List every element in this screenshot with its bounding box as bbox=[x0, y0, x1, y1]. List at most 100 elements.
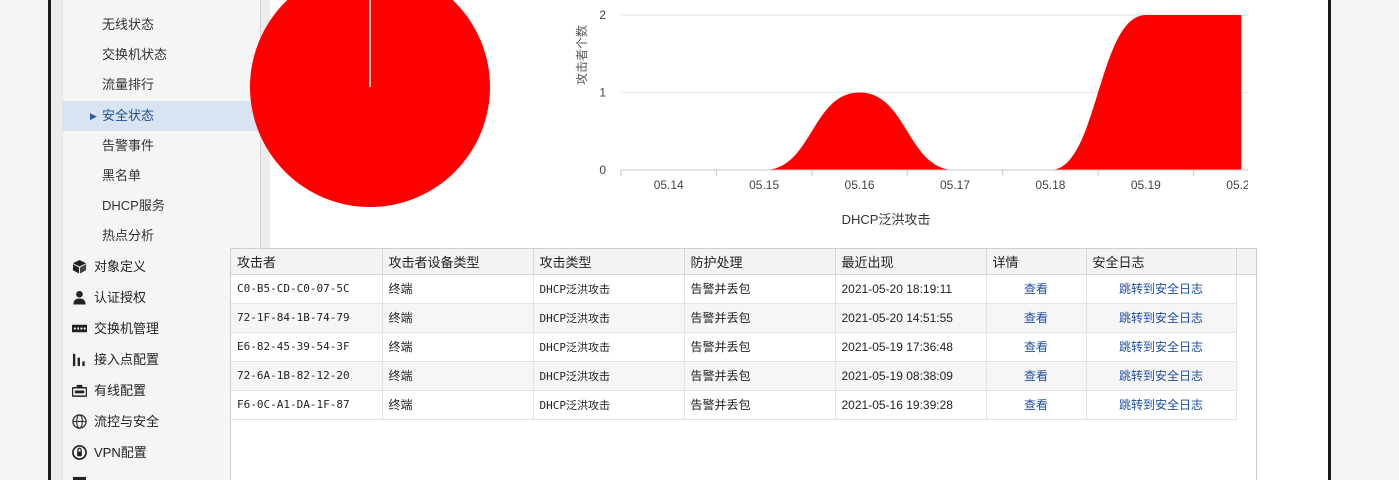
sidebar-item-switch-status[interactable]: 交换机状态 bbox=[63, 40, 260, 70]
sidebar-item-hotspot-analysis[interactable]: 热点分析 bbox=[63, 221, 260, 251]
cell-protection: 告警并丢包 bbox=[684, 274, 836, 304]
attackers-table-panel: 攻击者 攻击者设备类型 攻击类型 防护处理 最近出现 详情 安全日志 C0-B5… bbox=[230, 248, 1257, 480]
sidebar-category-label: 对象定义 bbox=[94, 259, 147, 274]
table-header-filler bbox=[1236, 249, 1256, 275]
attack-type-pie-chart bbox=[250, 0, 490, 207]
sidebar-item-wireless-status[interactable]: 无线状态 bbox=[63, 10, 260, 40]
sidebar-category-label: 流控与安全 bbox=[94, 414, 160, 429]
cell-attack-type: DHCP泛洪攻击 bbox=[533, 303, 685, 333]
table-row: C0-B5-CD-C0-07-5C 终端 DHCP泛洪攻击 告警并丢包 2021… bbox=[231, 274, 1237, 304]
x-tick-label: 05.19 bbox=[1131, 178, 1161, 192]
cell-last-seen: 2021-05-20 14:51:55 bbox=[835, 303, 987, 333]
globe-icon bbox=[72, 414, 87, 429]
view-details-link[interactable]: 查看 bbox=[986, 390, 1087, 420]
view-details-link[interactable]: 查看 bbox=[986, 332, 1087, 362]
left-margin bbox=[0, 0, 48, 480]
cell-attack-type: DHCP泛洪攻击 bbox=[533, 332, 685, 362]
cell-device-type: 终端 bbox=[382, 332, 534, 362]
window-border-right bbox=[1328, 0, 1331, 480]
user-icon bbox=[73, 290, 86, 305]
cell-attacker-mac: C0-B5-CD-C0-07-5C bbox=[231, 274, 383, 304]
sidebar-category-label: 交换机管理 bbox=[94, 321, 160, 336]
sidebar-item-label: 热点分析 bbox=[102, 228, 155, 243]
column-header-protection[interactable]: 防护处理 bbox=[684, 249, 836, 275]
cell-protection: 告警并丢包 bbox=[684, 390, 836, 420]
cell-attacker-mac: 72-1F-84-1B-74-79 bbox=[231, 303, 383, 333]
sidebar-item-dhcp-service[interactable]: DHCP服务 bbox=[63, 191, 260, 221]
column-header-security-log[interactable]: 安全日志 bbox=[1086, 249, 1237, 275]
view-details-link[interactable]: 查看 bbox=[986, 274, 1087, 304]
category-icon bbox=[72, 476, 87, 480]
cell-last-seen: 2021-05-20 18:19:11 bbox=[835, 274, 987, 304]
attack-area-chart: 05.1405.1505.1605.1705.1805.1905.20 012 … bbox=[574, 8, 1248, 227]
x-tick-label: 05.14 bbox=[654, 178, 684, 192]
jump-to-security-log-link[interactable]: 跳转到安全日志 bbox=[1086, 303, 1237, 333]
cell-device-type: 终端 bbox=[382, 274, 534, 304]
sidebar-item-label: 交换机状态 bbox=[102, 47, 168, 62]
cell-device-type: 终端 bbox=[382, 361, 534, 391]
cell-attack-type: DHCP泛洪攻击 bbox=[533, 390, 685, 420]
table-row: E6-82-45-39-54-3F 终端 DHCP泛洪攻击 告警并丢包 2021… bbox=[231, 332, 1237, 362]
view-details-link[interactable]: 查看 bbox=[986, 303, 1087, 333]
cell-last-seen: 2021-05-19 17:36:48 bbox=[835, 332, 987, 362]
sidebar-item-label: 流量排行 bbox=[102, 77, 155, 92]
column-header-attacker[interactable]: 攻击者 bbox=[231, 249, 383, 275]
column-header-details[interactable]: 详情 bbox=[986, 249, 1087, 275]
y-tick-label: 0 bbox=[599, 163, 606, 177]
sidebar-item-label: DHCP服务 bbox=[102, 198, 165, 213]
cube-icon bbox=[72, 259, 87, 274]
sidebar-item-traffic-ranking[interactable]: 流量排行 bbox=[63, 70, 260, 100]
sidebar-item-label: 黑名单 bbox=[102, 168, 142, 183]
cell-attack-type: DHCP泛洪攻击 bbox=[533, 274, 685, 304]
y-tick-label: 1 bbox=[599, 86, 606, 100]
sidebar-category-label: 有线配置 bbox=[94, 383, 147, 398]
x-axis-title: DHCP泛洪攻击 bbox=[842, 212, 931, 227]
table-row: 72-6A-1B-82-12-20 终端 DHCP泛洪攻击 告警并丢包 2021… bbox=[231, 361, 1237, 391]
router-icon bbox=[72, 384, 87, 397]
column-header-attack-type[interactable]: 攻击类型 bbox=[533, 249, 685, 275]
x-tick-label: 05.17 bbox=[940, 178, 970, 192]
sidebar-item-alarm-events[interactable]: 告警事件 bbox=[63, 131, 260, 161]
access-point-icon bbox=[72, 353, 85, 367]
vpn-icon bbox=[72, 445, 87, 460]
table-header-row: 攻击者 攻击者设备类型 攻击类型 防护处理 最近出现 详情 安全日志 bbox=[231, 249, 1237, 275]
caret-right-icon: ▶ bbox=[90, 111, 97, 121]
sidebar-item-security-status[interactable]: ▶ 安全状态 bbox=[63, 101, 260, 131]
sidebar-item-blacklist[interactable]: 黑名单 bbox=[63, 161, 260, 191]
cell-attacker-mac: 72-6A-1B-82-12-20 bbox=[231, 361, 383, 391]
table-row: F6-0C-A1-DA-1F-87 终端 DHCP泛洪攻击 告警并丢包 2021… bbox=[231, 390, 1237, 420]
switch-icon bbox=[72, 324, 87, 333]
cell-protection: 告警并丢包 bbox=[684, 332, 836, 362]
cell-device-type: 终端 bbox=[382, 303, 534, 333]
cell-attacker-mac: E6-82-45-39-54-3F bbox=[231, 332, 383, 362]
cell-device-type: 终端 bbox=[382, 390, 534, 420]
sidebar-category-label: 认证授权 bbox=[94, 290, 147, 305]
x-tick-label: 05.16 bbox=[845, 178, 875, 192]
jump-to-security-log-link[interactable]: 跳转到安全日志 bbox=[1086, 274, 1237, 304]
attackers-table: 攻击者 攻击者设备类型 攻击类型 防护处理 最近出现 详情 安全日志 C0-B5… bbox=[231, 249, 1237, 420]
sidebar-category-label: VPN配置 bbox=[94, 445, 147, 460]
sidebar-item-label: 告警事件 bbox=[102, 138, 155, 153]
view-details-link[interactable]: 查看 bbox=[986, 361, 1087, 391]
cell-last-seen: 2021-05-16 19:39:28 bbox=[835, 390, 987, 420]
sidebar-item-label: 安全状态 bbox=[102, 108, 155, 123]
cell-attack-type: DHCP泛洪攻击 bbox=[533, 361, 685, 391]
column-header-device-type[interactable]: 攻击者设备类型 bbox=[382, 249, 534, 275]
sidebar-item-label: 无线状态 bbox=[102, 17, 155, 32]
jump-to-security-log-link[interactable]: 跳转到安全日志 bbox=[1086, 332, 1237, 362]
jump-to-security-log-link[interactable]: 跳转到安全日志 bbox=[1086, 361, 1237, 391]
table-row: 72-1F-84-1B-74-79 终端 DHCP泛洪攻击 告警并丢包 2021… bbox=[231, 303, 1237, 333]
x-axis-ticks: 05.14 05.15 05.16 05.17 05.18 05.19 05.20 bbox=[620, 170, 1248, 192]
right-margin bbox=[1331, 0, 1399, 480]
cell-last-seen: 2021-05-19 08:38:09 bbox=[835, 361, 987, 391]
sidebar-category-label: 接入点配置 bbox=[94, 352, 160, 367]
column-header-last-seen[interactable]: 最近出现 bbox=[835, 249, 987, 275]
y-axis-ticks: 0 1 2 bbox=[599, 8, 606, 177]
x-tick-label: 05.20 bbox=[1226, 178, 1248, 192]
y-tick-label: 2 bbox=[599, 8, 606, 22]
jump-to-security-log-link[interactable]: 跳转到安全日志 bbox=[1086, 390, 1237, 420]
cell-attacker-mac: F6-0C-A1-DA-1F-87 bbox=[231, 390, 383, 420]
cell-protection: 告警并丢包 bbox=[684, 303, 836, 333]
y-axis-title: 攻击者个数 bbox=[574, 25, 589, 85]
x-tick-label: 05.15 bbox=[749, 178, 779, 192]
